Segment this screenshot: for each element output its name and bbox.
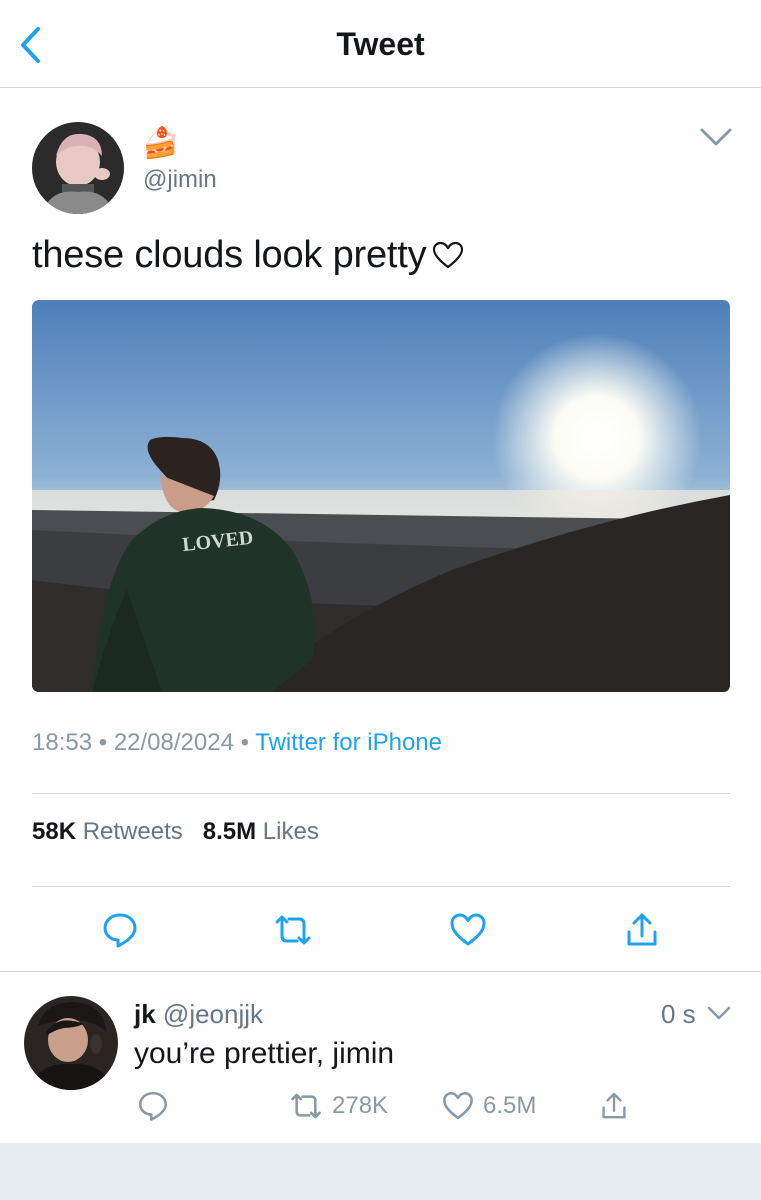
- footer-area: [0, 1143, 761, 1200]
- reply-text: you’re prettier, jimin: [134, 1037, 395, 1070]
- reply-timestamp: 0 s: [661, 999, 696, 1029]
- likes-count: 8.5M: [202, 818, 257, 845]
- tweet-text: these clouds look pretty: [32, 234, 464, 277]
- retweets-stat[interactable]: 58K Retweets: [32, 818, 183, 845]
- top-bar: Tweet: [0, 0, 761, 88]
- tweet-text-content: these clouds look pretty: [32, 234, 427, 276]
- retweet-icon: [291, 1093, 321, 1119]
- divider: [0, 971, 761, 972]
- retweets-count: 58K: [32, 818, 77, 845]
- reply-icon: [103, 913, 137, 948]
- meta-separator: •: [240, 729, 250, 756]
- reply-options-button[interactable]: [706, 1004, 732, 1022]
- like-button[interactable]: [448, 910, 488, 950]
- like-icon: [450, 913, 486, 946]
- heart-outline-icon: [432, 236, 464, 269]
- reply-icon: [138, 1091, 168, 1121]
- author-handle[interactable]: @jimin: [143, 166, 217, 194]
- share-button[interactable]: [622, 910, 662, 950]
- reply-reply-button[interactable]: [136, 1088, 170, 1124]
- tweet-meta: 18:53 • 22/08/2024 • Twitter for iPhone: [32, 729, 442, 757]
- reply-author-handle[interactable]: @jeonjjk: [163, 999, 263, 1029]
- reply-button[interactable]: [100, 910, 140, 950]
- divider: [32, 886, 730, 887]
- likes-stat[interactable]: 8.5M Likes: [203, 818, 319, 845]
- divider: [32, 793, 730, 794]
- tweet-stats: 58K Retweets 8.5M Likes: [32, 818, 319, 846]
- tweet-options-button[interactable]: [698, 124, 734, 150]
- retweets-label: Retweets: [82, 818, 183, 845]
- reply-author-name[interactable]: jk: [134, 999, 156, 1029]
- reply-like-button[interactable]: 6.5M: [441, 1088, 536, 1124]
- page-title: Tweet: [336, 26, 425, 62]
- tweet-date: 22/08/2024: [113, 729, 234, 756]
- tweet-photo[interactable]: LOVED: [32, 300, 730, 692]
- reply-retweet-button[interactable]: 278K: [288, 1088, 388, 1124]
- reply-like-count: 6.5M: [483, 1092, 537, 1119]
- reply-author-avatar[interactable]: [24, 996, 118, 1090]
- reply-share-button[interactable]: [598, 1088, 630, 1124]
- share-icon: [602, 1092, 626, 1119]
- chevron-down-icon: [707, 1006, 731, 1020]
- chevron-down-icon: [700, 128, 732, 146]
- share-icon: [627, 913, 657, 946]
- likes-label: Likes: [262, 818, 319, 845]
- author-display-name: 🍰: [142, 127, 180, 160]
- like-icon: [443, 1091, 473, 1120]
- tweet-source-link[interactable]: Twitter for iPhone: [255, 729, 442, 756]
- retweet-icon: [275, 915, 311, 945]
- retweet-button[interactable]: [273, 910, 313, 950]
- reply-retweet-count: 278K: [332, 1092, 389, 1119]
- reply-author: jk @jeonjjk: [134, 999, 263, 1030]
- tweet-time: 18:53: [32, 729, 93, 756]
- author-avatar[interactable]: [32, 122, 124, 214]
- meta-separator: •: [98, 729, 108, 756]
